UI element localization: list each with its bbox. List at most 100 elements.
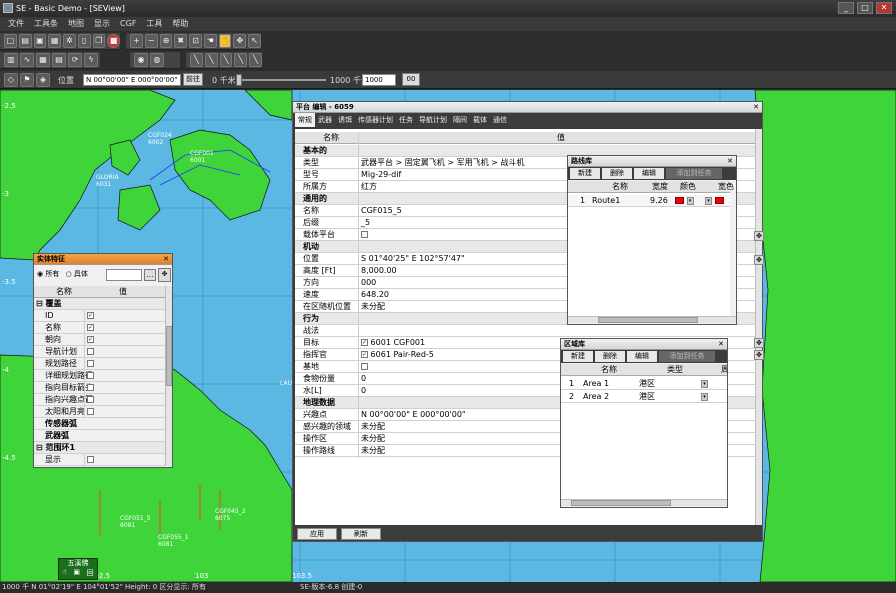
tab-carriers[interactable]: 载体 xyxy=(470,113,490,127)
menu-help[interactable]: 帮助 xyxy=(172,17,188,31)
unit-label[interactable]: CGF024 6002 xyxy=(148,132,172,146)
move-icon[interactable]: ✥ xyxy=(158,268,171,282)
area-row[interactable]: 1 Area 1 港区 ▾ xyxy=(561,378,727,390)
document-icon[interactable]: ▯ xyxy=(77,34,91,48)
property-checkbox[interactable] xyxy=(361,363,368,370)
entity-row[interactable]: 导航计划 xyxy=(34,346,165,358)
entity-row[interactable]: 指向目标箭头 xyxy=(34,382,165,394)
range-slider[interactable] xyxy=(236,74,326,86)
pan-icon[interactable]: ☚ xyxy=(203,34,217,48)
hand-icon[interactable]: ✋ xyxy=(218,34,232,48)
compass-icon[interactable]: ◇ xyxy=(4,73,18,87)
property-value[interactable]: ✓ 6061 Pair-Red-5 xyxy=(361,349,434,361)
property-value[interactable]: 未分配 xyxy=(361,421,385,433)
globe-icon[interactable]: ◉ xyxy=(134,53,148,67)
print-icon[interactable]: ▦ xyxy=(48,34,61,48)
browse-button[interactable]: … xyxy=(144,269,156,281)
route-row[interactable]: 1 Route1 9.26 ▾ ▾ xyxy=(568,195,730,207)
line5-icon[interactable]: ╲ xyxy=(249,53,262,67)
unit-label[interactable]: CGF001 6001 xyxy=(190,150,214,164)
property-value[interactable]: 未分配 xyxy=(361,301,385,313)
entity-checkbox[interactable]: ✓ xyxy=(87,336,94,343)
area-new-button[interactable]: 新建 xyxy=(563,351,593,362)
area-edit-button[interactable]: 编辑 xyxy=(627,351,657,362)
property-value[interactable]: Mig-29-dif xyxy=(361,169,401,181)
property-value[interactable]: S 01°40'25" E 102°57'47" xyxy=(361,253,465,265)
line-icon[interactable]: ╲ xyxy=(190,53,203,67)
property-value[interactable] xyxy=(361,361,368,373)
entity-checkbox[interactable] xyxy=(87,396,94,403)
entity-row[interactable]: 传感器弧 xyxy=(34,418,165,430)
copy-icon[interactable]: ❐ xyxy=(92,34,106,48)
chevron-down-icon[interactable]: ▾ xyxy=(705,196,712,205)
settings-icon[interactable]: ✲ xyxy=(63,34,76,48)
unit-label[interactable]: CGF045_2 6075 xyxy=(215,508,246,522)
grid-icon[interactable]: ▦ xyxy=(36,53,50,67)
close-icon[interactable]: ✕ xyxy=(718,339,724,350)
route-delete-button[interactable]: 删除 xyxy=(602,168,632,179)
line2-icon[interactable]: ╲ xyxy=(204,53,218,67)
stop-icon[interactable]: ■ xyxy=(107,34,120,48)
area-hscroll[interactable] xyxy=(561,499,727,506)
property-value[interactable]: 000 xyxy=(361,277,376,289)
tab-sensor-plan[interactable]: 传感器计划 xyxy=(355,113,396,127)
entity-checkbox[interactable] xyxy=(87,360,94,367)
area-add-task-button[interactable]: 添加到任务 xyxy=(659,351,715,362)
minimize-button[interactable]: _ xyxy=(838,2,854,14)
tab-weapons[interactable]: 武器 xyxy=(315,113,335,127)
close-icon[interactable]: ✕ xyxy=(753,102,759,113)
tab-decoys[interactable]: 诱饵 xyxy=(335,113,355,127)
entity-row[interactable]: 指向兴趣点箭 xyxy=(34,394,165,406)
home-icon[interactable]: 回 xyxy=(87,568,94,578)
tab-compartments[interactable]: 隔间 xyxy=(450,113,470,127)
area-delete-button[interactable]: 删除 xyxy=(595,351,625,362)
unit-label[interactable]: CGF051_5 6081 xyxy=(120,515,151,529)
tab-nav-plan[interactable]: 导航计划 xyxy=(416,113,450,127)
chevron-down-icon[interactable]: ▾ xyxy=(686,196,694,205)
select-icon[interactable]: ↖ xyxy=(248,34,262,48)
specific-input[interactable] xyxy=(106,269,142,281)
chevron-down-icon[interactable]: ▾ xyxy=(701,379,708,388)
route-add-task-button[interactable]: 添加到任务 xyxy=(666,168,722,179)
entity-row[interactable]: 详细规划路径 xyxy=(34,370,165,382)
entity-row[interactable]: 名称 ✓ xyxy=(34,322,165,334)
property-value[interactable]: 未分配 xyxy=(361,433,385,445)
property-row[interactable]: 战法 xyxy=(295,325,755,337)
chart-icon[interactable]: ▤ xyxy=(52,53,66,67)
property-value[interactable]: 武器平台 > 固定翼飞机 > 军用飞机 > 战斗机 xyxy=(361,157,524,169)
entity-checkbox[interactable] xyxy=(87,408,94,415)
entity-scrollbar[interactable] xyxy=(165,286,172,466)
tab-missions[interactable]: 任务 xyxy=(396,113,416,127)
menu-display[interactable]: 显示 xyxy=(94,17,110,31)
property-checkbox[interactable]: ✓ xyxy=(361,339,368,346)
range-slider-knob[interactable] xyxy=(236,74,242,86)
unit-label[interactable]: GLORIA 6031 xyxy=(96,174,119,188)
compass-widget[interactable]: 五溪佛 ☝ ▣ 回 xyxy=(58,558,98,580)
apply-button[interactable]: 应用 xyxy=(297,528,337,540)
radio-all[interactable]: ◉ 所有 xyxy=(37,270,59,278)
tab-comms[interactable]: 通信 xyxy=(490,113,510,127)
property-value[interactable]: 648.20 xyxy=(361,289,389,301)
close-icon[interactable]: ✕ xyxy=(727,156,733,167)
route-edit-button[interactable]: 编辑 xyxy=(634,168,664,179)
menu-tools[interactable]: 工具 xyxy=(146,17,162,31)
property-scrollbar[interactable] xyxy=(755,129,762,525)
zoom-select[interactable]: 1000 xyxy=(362,74,396,86)
route-color-swatch[interactable] xyxy=(675,197,684,204)
entity-checkbox[interactable] xyxy=(87,348,94,355)
radio-specific[interactable]: ○ 具体 xyxy=(66,270,88,278)
property-value[interactable]: CGF015_5 xyxy=(361,205,402,217)
property-value[interactable]: 红方 xyxy=(361,181,377,193)
property-value[interactable]: N 00°00'00" E 000°00'00" xyxy=(361,409,466,421)
earth-icon[interactable]: ◍ xyxy=(150,53,164,67)
refresh-icon[interactable]: ⟳ xyxy=(68,53,82,67)
zoom-apply-button[interactable]: 00 xyxy=(402,73,420,86)
property-value[interactable]: 0 xyxy=(361,385,366,397)
property-value[interactable]: 0 xyxy=(361,373,366,385)
property-value[interactable]: _5 xyxy=(361,217,370,229)
move-icon[interactable]: ✥ xyxy=(754,231,764,241)
zoom-in-icon[interactable]: + xyxy=(130,34,143,48)
unit-label[interactable]: LAU xyxy=(280,380,292,387)
route-new-button[interactable]: 新建 xyxy=(570,168,600,179)
entity-row[interactable]: 规划路径 xyxy=(34,358,165,370)
